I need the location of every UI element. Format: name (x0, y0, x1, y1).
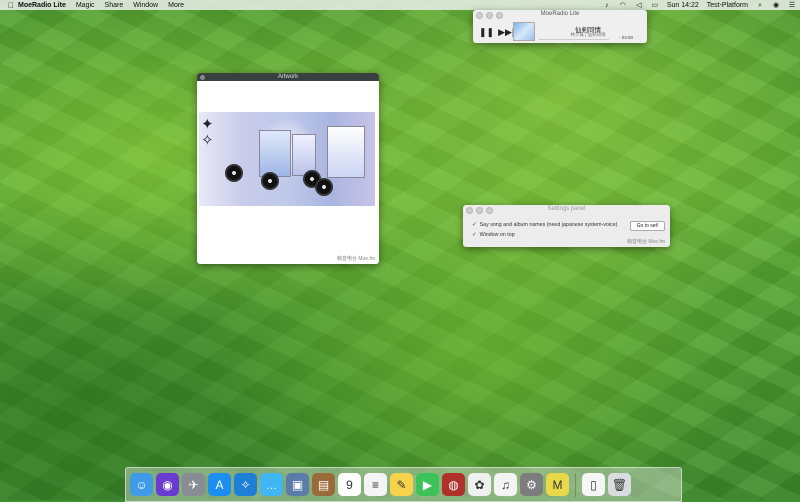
wifi-icon[interactable]: ◠ (619, 2, 627, 9)
checkmark-icon[interactable]: ✓ (472, 232, 477, 238)
menu-bar:  MoeRadio Lite Magic Share Window More … (0, 0, 800, 10)
say-names-label: Say song and album names (need japanese … (479, 222, 618, 228)
cd-disc-graphic (225, 164, 243, 182)
menu-user[interactable]: Test-Platform (707, 2, 748, 9)
music-icon[interactable]: ♫ (494, 473, 517, 496)
system-preferences-icon[interactable]: ⚙ (520, 473, 543, 496)
minimize-button[interactable] (486, 12, 493, 19)
photo-booth-icon[interactable]: ◍ (442, 473, 465, 496)
close-button[interactable] (476, 12, 483, 19)
progress-bar[interactable] (539, 39, 609, 40)
siri-icon[interactable]: ◉ (156, 473, 179, 496)
say-names-option[interactable]: ✓ Say song and album names (need japanes… (472, 222, 617, 228)
artwork-footer: 萌音电台 Moe.fm (336, 256, 375, 262)
calligraphy-graphic: ✦ ✧ (201, 115, 214, 149)
messages-icon[interactable]: … (260, 473, 283, 496)
facetime-icon[interactable]: ▶ (416, 473, 439, 496)
album-artwork-image: ✦ ✧ (199, 112, 375, 206)
close-button[interactable] (466, 207, 473, 214)
album-thumbnail[interactable] (513, 22, 535, 41)
apple-icon[interactable]:  (4, 1, 18, 10)
settings-footer: 萌音电台 Moe.fm (626, 239, 665, 245)
close-button[interactable] (200, 74, 205, 80)
menu-app-name[interactable]: MoeRadio Lite (18, 2, 66, 9)
settings-titlebar[interactable]: Settings panel (463, 205, 670, 214)
trash-icon[interactable]: 🗑 (608, 473, 631, 496)
artwork-title: Artwork (277, 74, 299, 80)
artwork-titlebar[interactable]: Artwork (197, 73, 379, 81)
album-box-graphic (259, 130, 291, 177)
moeradio-status-icon[interactable]: ♪ (603, 2, 611, 9)
calendar-icon[interactable]: 9 (338, 473, 361, 496)
photos-icon[interactable]: ✿ (468, 473, 491, 496)
window-on-top-label: Window on top (479, 232, 515, 238)
preview-icon[interactable]: ▣ (286, 473, 309, 496)
volume-icon[interactable]: ◁ (635, 2, 643, 9)
minimize-button[interactable] (476, 207, 483, 214)
settings-panel: Settings panel ✓ Say song and album name… (463, 205, 670, 247)
time-remaining: - 04:00 (618, 35, 633, 40)
player-title: MoeRadio Lite (540, 11, 580, 17)
menu-clock[interactable]: Sun 14:22 (667, 2, 699, 9)
notebook-icon[interactable]: ▤ (312, 473, 335, 496)
settings-title: Settings panel (547, 206, 586, 212)
reminders-icon[interactable]: ≡ (364, 473, 387, 496)
zoom-button[interactable] (496, 12, 503, 19)
artwork-window: Artwork ✦ ✧ 萌音电台 Moe.fm (197, 73, 379, 264)
menu-window[interactable]: Window (133, 2, 158, 9)
next-track-icon[interactable]: ▶▶| (498, 27, 514, 38)
moeradio-icon[interactable]: M (546, 473, 569, 496)
launchpad-icon[interactable]: ✈ (182, 473, 205, 496)
menu-extras: ♪ ◠ ◁ ▭ Sun 14:22 Test-Platform ⌕ ◉ ☰ (603, 0, 796, 10)
notification-center-icon[interactable]: ☰ (788, 2, 796, 9)
app-store-icon[interactable]: A (208, 473, 231, 496)
pause-icon[interactable]: ❚❚ (479, 27, 494, 38)
album-box-graphic (327, 126, 365, 178)
go-to-set-button[interactable]: Go to set! (630, 221, 665, 231)
cd-disc-graphic (315, 178, 333, 196)
notes-icon[interactable]: ✎ (390, 473, 413, 496)
player-titlebar[interactable]: MoeRadio Lite (473, 10, 647, 19)
dock: ☺ ◉ ✈ A ✧… ▣ ▤ 9 ≡ ✎ ▶ ◍ ✿ ♫ ⚙ M ▯ 🗑 (125, 467, 682, 502)
window-on-top-option[interactable]: ✓ Window on top (472, 232, 515, 238)
desktop-wallpaper (0, 0, 800, 500)
finder-icon[interactable]: ☺ (130, 473, 153, 496)
player-window: MoeRadio Lite ❚❚ ▶▶| 仙剣同情 林夕眞 | 仙剣同情 - 0… (473, 10, 647, 43)
menu-more[interactable]: More (168, 2, 184, 9)
document-icon[interactable]: ▯ (582, 473, 605, 496)
dock-separator (575, 472, 576, 497)
spotlight-icon[interactable]: ⌕ (756, 2, 764, 9)
cd-disc-graphic (261, 172, 279, 190)
siri-menu-icon[interactable]: ◉ (772, 2, 780, 9)
checkmark-icon[interactable]: ✓ (472, 222, 477, 228)
battery-icon[interactable]: ▭ (651, 2, 659, 9)
safari-icon[interactable]: ✧ (234, 473, 257, 496)
menu-magic[interactable]: Magic (76, 2, 95, 9)
zoom-button[interactable] (486, 207, 493, 214)
menu-share[interactable]: Share (105, 2, 124, 9)
